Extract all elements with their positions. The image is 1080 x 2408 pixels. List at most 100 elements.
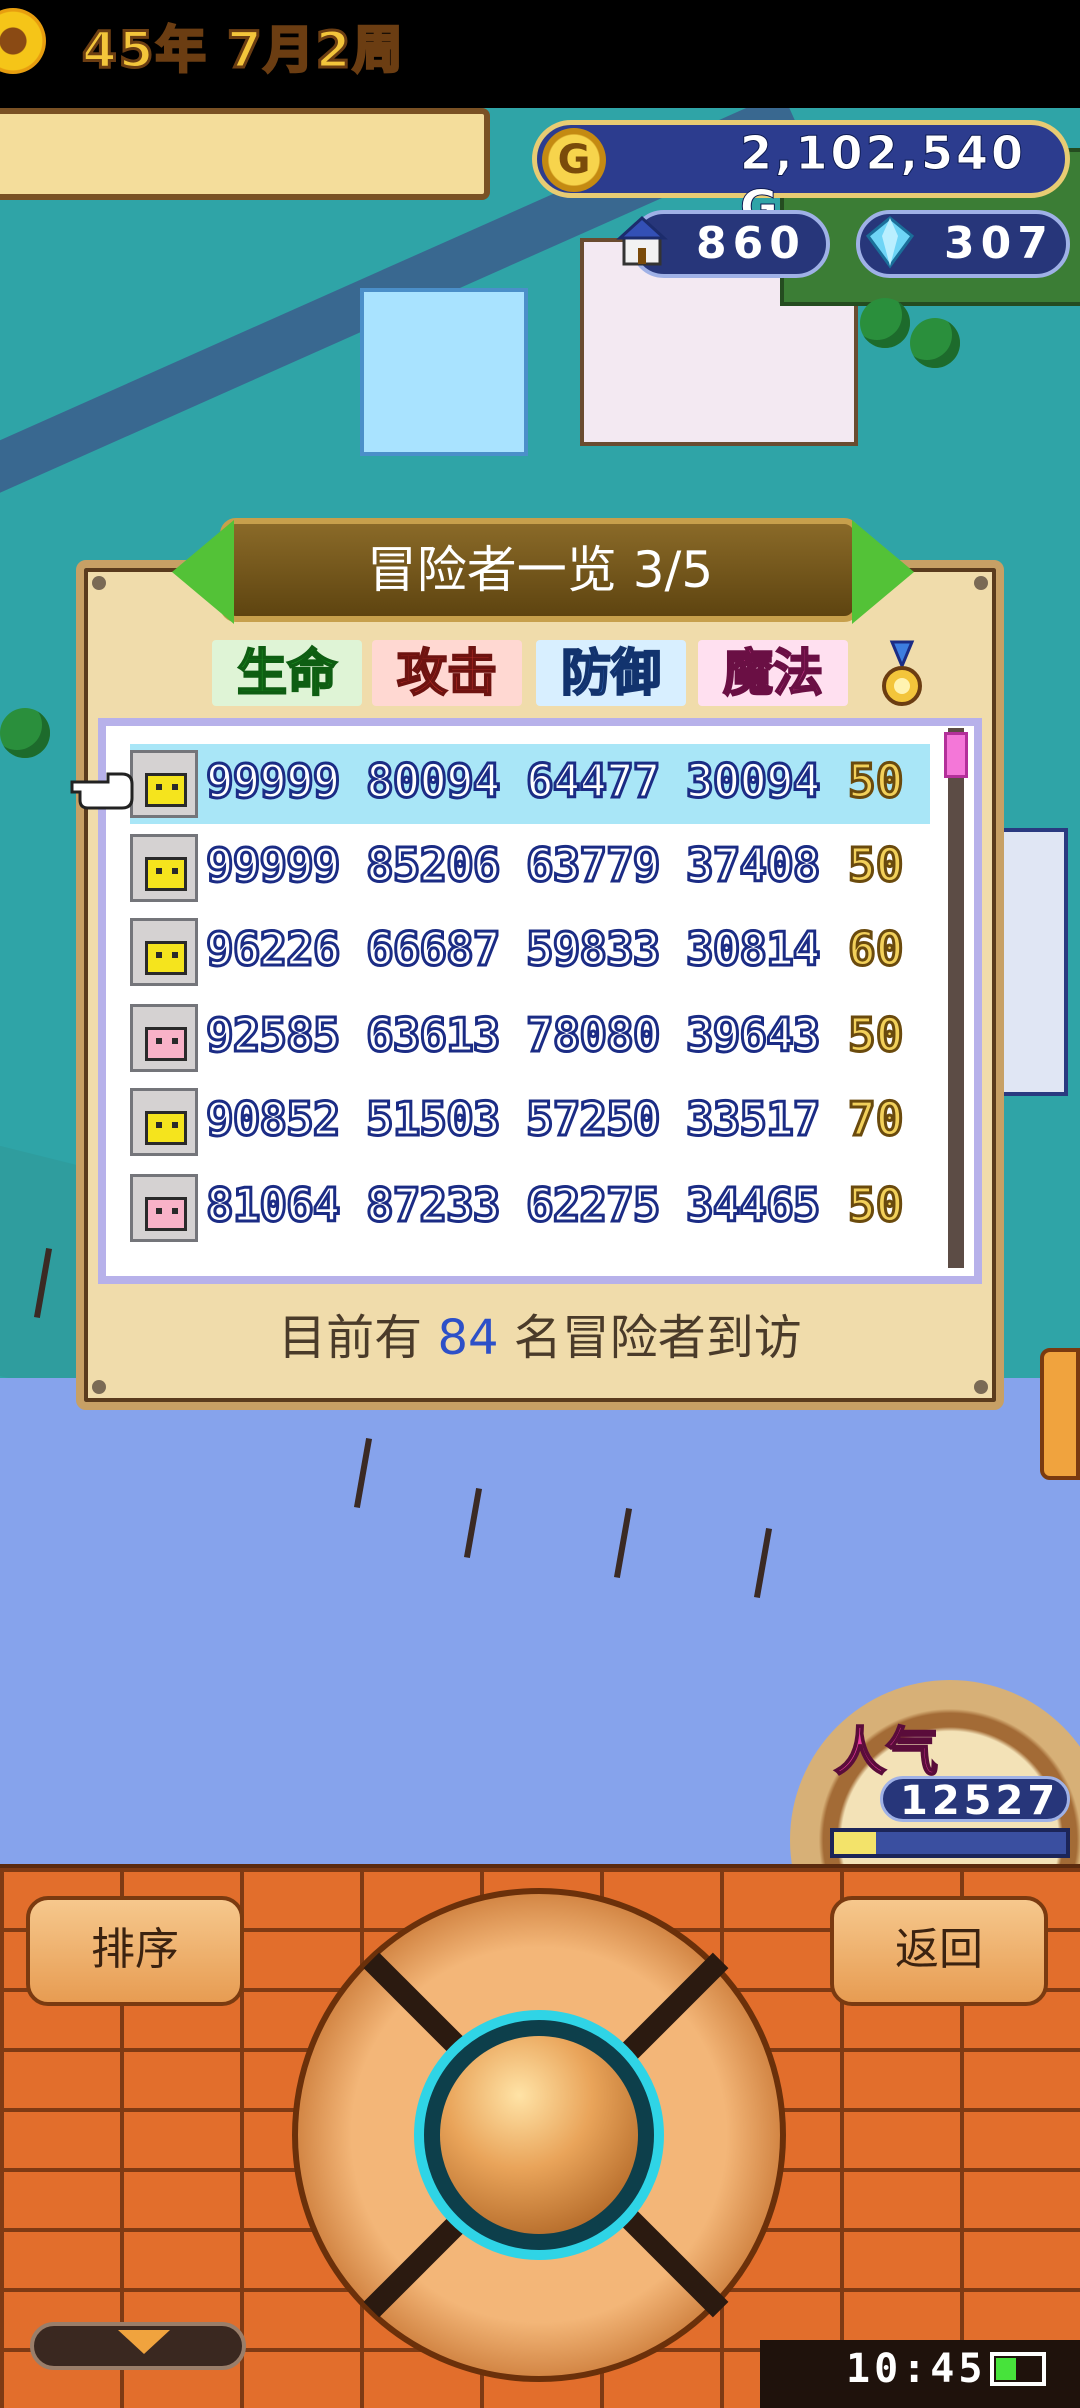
medal-icon[interactable] bbox=[878, 640, 928, 710]
eye bbox=[172, 868, 178, 874]
visitor-count-text: 目前有 84 名冒险者到访 bbox=[76, 1298, 1004, 1368]
rivet bbox=[974, 576, 988, 590]
stat-def: 59833 bbox=[524, 921, 661, 978]
stat-mag: 30814 bbox=[684, 921, 821, 978]
list-item[interactable]: 96226 66687 59833 30814 60 bbox=[130, 912, 930, 992]
footer-suffix: 名冒险者到访 bbox=[513, 1310, 802, 1366]
stat-hp: 92585 bbox=[204, 1007, 341, 1064]
adventurer-avatar bbox=[130, 1004, 198, 1072]
ice-castle bbox=[360, 288, 528, 456]
stat-atk: 63613 bbox=[364, 1007, 501, 1064]
adventurer-face-icon bbox=[145, 1111, 187, 1145]
date-text: 45年 7月2周 bbox=[81, 20, 405, 81]
stat-level: 50 bbox=[846, 1007, 904, 1064]
rivet bbox=[92, 1380, 106, 1394]
stat-mag: 33517 bbox=[684, 1091, 821, 1148]
stat-atk: 80094 bbox=[364, 753, 501, 810]
adventurer-face-icon bbox=[145, 1197, 187, 1231]
stat-mag: 30094 bbox=[684, 753, 821, 810]
rivet bbox=[92, 576, 106, 590]
stat-hp: 81064 bbox=[204, 1177, 341, 1234]
stat-level: 50 bbox=[846, 837, 904, 894]
crystal-value: 307 bbox=[944, 218, 1054, 269]
eye bbox=[172, 784, 178, 790]
tree bbox=[910, 318, 960, 368]
stat-level: 70 bbox=[846, 1091, 904, 1148]
confirm-button[interactable] bbox=[440, 2036, 638, 2234]
stat-level: 50 bbox=[846, 1177, 904, 1234]
town-icon bbox=[616, 215, 668, 266]
battery-level bbox=[996, 2358, 1016, 2380]
eye bbox=[156, 1208, 162, 1214]
stat-def: 64477 bbox=[524, 753, 661, 810]
stat-def: 62275 bbox=[524, 1177, 661, 1234]
popularity-value: 12527 bbox=[900, 1778, 1060, 1824]
crystal-icon bbox=[865, 216, 915, 269]
stat-def: 63779 bbox=[524, 837, 661, 894]
stat-hp: 99999 bbox=[204, 753, 341, 810]
list-item[interactable]: 99999 85206 63779 37408 50 bbox=[130, 828, 930, 908]
stat-hp: 99999 bbox=[204, 837, 341, 894]
adventurer-face-icon bbox=[145, 857, 187, 891]
stat-atk: 87233 bbox=[364, 1177, 501, 1234]
adventurer-face-icon bbox=[145, 941, 187, 975]
scrollbar-track[interactable] bbox=[948, 728, 964, 1268]
adventurer-avatar bbox=[130, 1174, 198, 1242]
dialog-title: 冒险者一览 3/5 bbox=[366, 541, 714, 599]
gold-coin-icon: G bbox=[542, 128, 606, 192]
tree bbox=[860, 298, 910, 348]
eye bbox=[156, 1038, 162, 1044]
clock-time: 10:45 bbox=[846, 2346, 987, 2392]
back-button[interactable]: 返回 bbox=[830, 1896, 1048, 2006]
tree bbox=[0, 708, 50, 758]
previous-page-arrow-icon[interactable] bbox=[172, 520, 234, 624]
tab-hp[interactable]: 生命 bbox=[212, 640, 362, 706]
adventurer-avatar bbox=[130, 1088, 198, 1156]
eye bbox=[172, 952, 178, 958]
eye bbox=[172, 1122, 178, 1128]
stat-atk: 66687 bbox=[364, 921, 501, 978]
stat-def: 57250 bbox=[524, 1091, 661, 1148]
eye bbox=[156, 784, 162, 790]
stat-atk: 85206 bbox=[364, 837, 501, 894]
tab-magic[interactable]: 魔法 bbox=[698, 640, 848, 706]
town-rank-value: 860 bbox=[696, 218, 806, 269]
sort-button[interactable]: 排序 bbox=[26, 1896, 244, 2006]
stat-hp: 90852 bbox=[204, 1091, 341, 1148]
adventurer-avatar bbox=[130, 918, 198, 986]
list-item[interactable]: 92585 63613 78080 39643 50 bbox=[130, 998, 930, 1078]
scrollbar-thumb[interactable] bbox=[944, 732, 968, 778]
adventurer-avatar bbox=[130, 834, 198, 902]
adventurer-avatar bbox=[130, 750, 198, 818]
adventurer-face-icon bbox=[145, 773, 187, 807]
eye bbox=[156, 1122, 162, 1128]
stat-atk: 51503 bbox=[364, 1091, 501, 1148]
tab-attack[interactable]: 攻击 bbox=[372, 640, 522, 706]
footer-prefix: 目前有 bbox=[278, 1310, 423, 1366]
chevron-down-icon bbox=[118, 2330, 170, 2354]
eye bbox=[172, 1208, 178, 1214]
adventurer-face-icon bbox=[145, 1027, 187, 1061]
visitor-count: 84 bbox=[437, 1310, 499, 1366]
tab-defense[interactable]: 防御 bbox=[536, 640, 686, 706]
list-item[interactable]: 81064 87233 62275 34465 50 bbox=[130, 1168, 930, 1248]
stat-mag: 39643 bbox=[684, 1007, 821, 1064]
eye bbox=[156, 952, 162, 958]
date-panel bbox=[0, 108, 490, 200]
stat-mag: 34465 bbox=[684, 1177, 821, 1234]
pointing-hand-icon bbox=[70, 772, 134, 810]
list-item[interactable]: 90852 51503 57250 33517 70 bbox=[130, 1082, 930, 1162]
eye bbox=[156, 868, 162, 874]
popularity-bar-fill bbox=[834, 1832, 876, 1854]
side-drawer-tab[interactable] bbox=[1040, 1348, 1080, 1480]
rivet bbox=[974, 1380, 988, 1394]
stat-hp: 96226 bbox=[204, 921, 341, 978]
stat-level: 50 bbox=[846, 753, 904, 810]
next-page-arrow-icon[interactable] bbox=[852, 520, 914, 624]
eye bbox=[172, 1038, 178, 1044]
stat-def: 78080 bbox=[524, 1007, 661, 1064]
list-item[interactable]: 99999 80094 64477 30094 50 bbox=[130, 744, 930, 824]
stat-mag: 37408 bbox=[684, 837, 821, 894]
stat-level: 60 bbox=[846, 921, 904, 978]
popularity-label: 人气 bbox=[833, 1722, 939, 1784]
